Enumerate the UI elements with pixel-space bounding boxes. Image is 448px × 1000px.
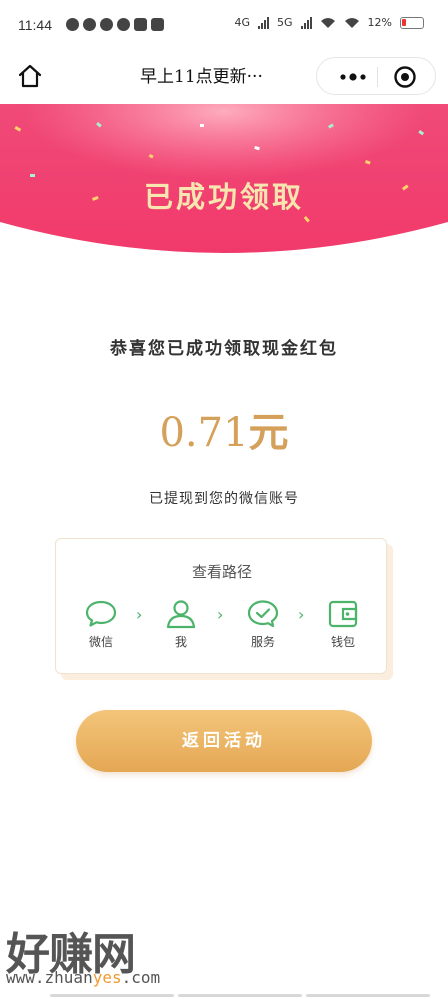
return-activity-label: 返回活动	[182, 731, 266, 751]
path-step-label: 服务	[250, 635, 275, 649]
notification-icon	[134, 18, 147, 31]
user-icon	[166, 600, 196, 629]
notification-icon	[151, 18, 164, 31]
mini-program-capsule	[316, 57, 436, 95]
notification-icon	[83, 18, 96, 31]
wifi-icon	[320, 17, 335, 28]
battery-percent: 12%	[367, 16, 392, 29]
amount-value: 0.71	[159, 410, 249, 456]
notification-icon	[66, 18, 79, 31]
more-dots-icon[interactable]	[335, 68, 371, 86]
network-5g-label: 5G	[277, 16, 293, 29]
battery-icon	[400, 16, 424, 29]
status-time: 11:44	[18, 17, 52, 33]
signal-icon	[258, 16, 270, 29]
path-step-wechat: 微信	[76, 599, 126, 650]
home-icon[interactable]	[16, 62, 44, 90]
path-step-services: 服务	[238, 599, 288, 650]
wifi-icon	[344, 17, 359, 28]
chat-bubble-icon	[85, 600, 117, 627]
path-step-label: 钱包	[330, 635, 355, 649]
watermark-url-highlight: yes	[92, 968, 122, 987]
watermark-url-suffix: .com	[121, 968, 161, 987]
chevron-right-icon: ›	[298, 605, 305, 624]
capsule-divider	[377, 67, 378, 87]
watermark-url: www.zhuanyes.com	[6, 968, 160, 987]
network-4g-label: 4G	[234, 16, 251, 29]
path-step-me: 我	[156, 599, 206, 650]
status-bar: 11:44 4G 5G 12%	[0, 0, 448, 52]
chevron-right-icon: ›	[217, 605, 224, 624]
withdrawn-note: 已提现到您的微信账号	[149, 491, 299, 507]
notification-icon	[100, 18, 113, 31]
page-title: 早上11点更新···	[140, 67, 263, 87]
amount-unit: 元	[248, 409, 289, 456]
nav-bar: 早上11点更新···	[0, 52, 448, 100]
path-step-label: 我	[174, 635, 187, 649]
gesture-bar	[50, 994, 430, 997]
path-card-title: 查看路径	[191, 564, 252, 581]
success-banner: 已成功领取	[0, 104, 448, 254]
target-close-icon[interactable]	[393, 65, 417, 89]
banner-title: 已成功领取	[143, 180, 304, 214]
notification-icons	[66, 18, 164, 31]
path-card: 查看路径 微信 › 我 › 服务 › 钱包	[55, 538, 387, 674]
chevron-right-icon: ›	[136, 605, 143, 624]
status-indicators: 4G 5G 12%	[234, 16, 424, 29]
check-circle-icon	[247, 600, 279, 628]
amount-display: 0.71元	[0, 400, 448, 458]
path-step-wallet: 钱包	[318, 599, 368, 650]
signal-icon	[300, 16, 312, 29]
return-activity-button[interactable]: 返回活动	[76, 710, 372, 772]
congrats-text: 恭喜您已成功领取现金红包	[110, 339, 338, 359]
watermark-url-prefix: www.zhuan	[6, 968, 93, 987]
path-step-label: 微信	[88, 635, 113, 649]
notification-icon	[117, 18, 130, 31]
wallet-icon	[328, 600, 358, 628]
